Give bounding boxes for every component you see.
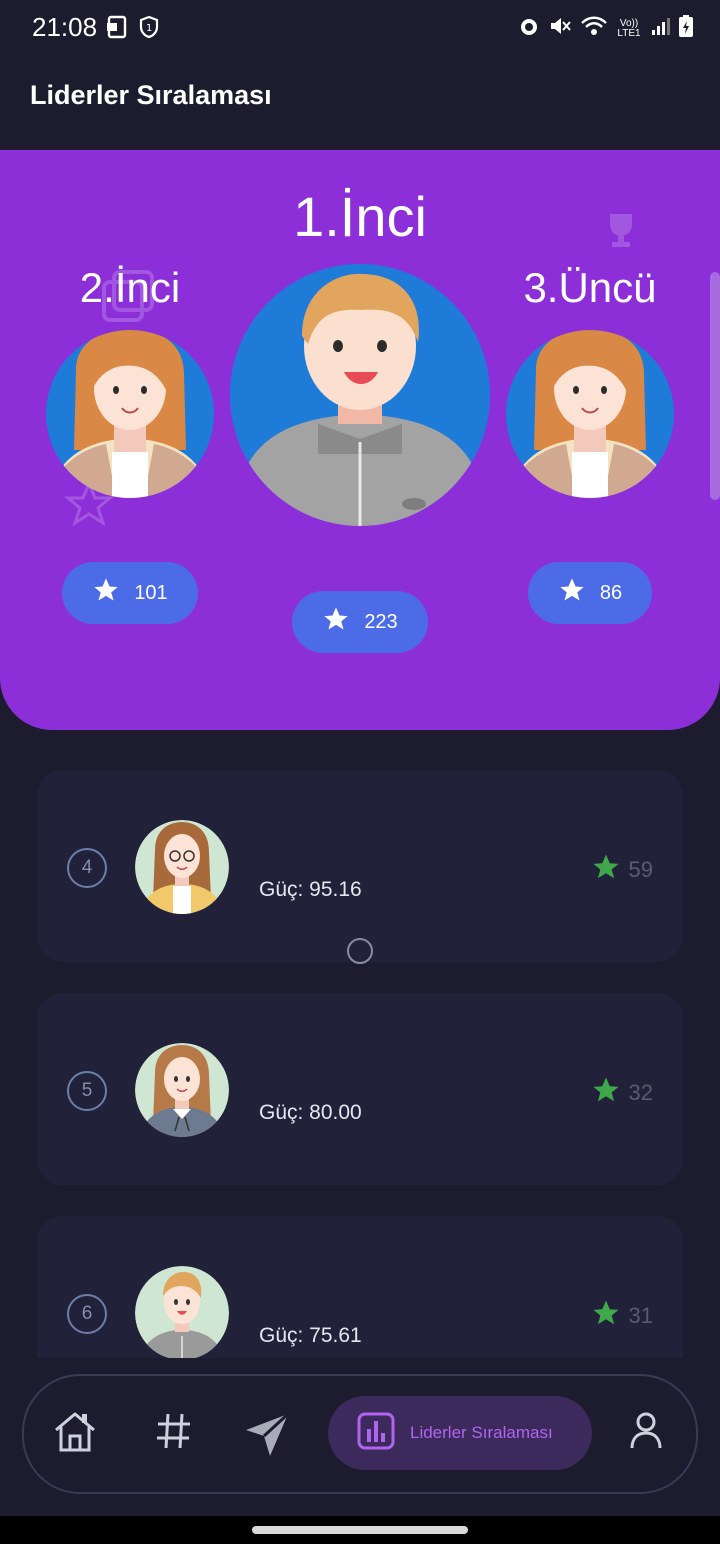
battery-icon bbox=[678, 14, 694, 43]
third-place-title: 3.Üncü bbox=[523, 264, 657, 311]
list-score: 32 bbox=[591, 1075, 653, 1111]
tab-leaderboard[interactable]: Liderler Sıralaması bbox=[328, 1396, 592, 1470]
wifi-icon bbox=[580, 15, 608, 42]
second-place-avatar[interactable] bbox=[46, 330, 214, 498]
score-value: 31 bbox=[628, 1303, 653, 1328]
rank-number: 5 bbox=[67, 1071, 107, 1111]
score-value: 59 bbox=[628, 857, 653, 882]
signal-icon bbox=[650, 16, 670, 41]
score-value: 32 bbox=[628, 1080, 653, 1105]
home-icon[interactable] bbox=[52, 1410, 98, 1454]
trophy-icon bbox=[600, 210, 642, 255]
profile-icon[interactable] bbox=[628, 1410, 664, 1450]
status-time: 21:08 bbox=[32, 12, 98, 42]
system-navigation-bar bbox=[0, 1516, 720, 1544]
second-place-score[interactable]: 101 bbox=[62, 562, 198, 624]
second-place-title: 2.İnci bbox=[79, 264, 181, 311]
page-title: Liderler Sıralaması bbox=[30, 80, 272, 110]
hashtag-icon[interactable] bbox=[154, 1410, 194, 1452]
shield-icon: 1 bbox=[138, 15, 160, 44]
svg-text:1: 1 bbox=[146, 23, 152, 34]
avatar bbox=[135, 1266, 229, 1360]
volte-icon: Vo)) LTE1 bbox=[617, 17, 641, 39]
status-bar: 21:08 1 Vo)) LTE1 bbox=[0, 0, 720, 56]
screen-mirror-icon bbox=[106, 15, 128, 44]
star-icon bbox=[591, 1075, 621, 1111]
power-text: Güç: 95.16 bbox=[259, 878, 362, 901]
score-value: 223 bbox=[364, 610, 398, 633]
tab-leaderboard-label: Liderler Sıralaması bbox=[410, 1423, 553, 1442]
list-item[interactable]: 4 Güç: 95.16 59 bbox=[37, 770, 683, 964]
star-icon bbox=[558, 576, 586, 610]
bottom-nav: Liderler Sıralaması bbox=[22, 1374, 698, 1494]
list-score: 59 bbox=[591, 852, 653, 888]
alarm-icon bbox=[518, 15, 540, 42]
rank-number: 4 bbox=[67, 848, 107, 888]
star-icon bbox=[92, 576, 120, 610]
home-indicator[interactable] bbox=[252, 1526, 468, 1534]
rank-number: 6 bbox=[67, 1294, 107, 1334]
scrollbar[interactable] bbox=[710, 272, 720, 500]
third-place-avatar[interactable] bbox=[506, 330, 674, 498]
mute-icon bbox=[548, 15, 572, 42]
power-text: Güç: 80.00 bbox=[259, 1101, 362, 1124]
power-text: Güç: 75.61 bbox=[259, 1324, 362, 1347]
score-value: 86 bbox=[599, 581, 623, 604]
send-icon[interactable] bbox=[242, 1410, 292, 1460]
star-icon bbox=[591, 1298, 621, 1334]
avatar bbox=[135, 820, 229, 914]
first-place-score[interactable]: 223 bbox=[292, 591, 428, 653]
first-place-title: 1.İnci bbox=[293, 185, 427, 248]
score-value: 101 bbox=[134, 581, 168, 604]
list-item[interactable]: 5 Güç: 80.00 32 bbox=[37, 993, 683, 1185]
leaderboard-icon bbox=[356, 1411, 396, 1456]
star-icon bbox=[322, 605, 350, 639]
star-icon bbox=[591, 852, 621, 888]
podium: 1.İnci 223 2.İnci 101 3.Üncü 86 bbox=[0, 150, 720, 730]
loading-indicator bbox=[347, 938, 373, 964]
list-score: 31 bbox=[591, 1298, 653, 1334]
avatar bbox=[135, 1043, 229, 1137]
first-place-avatar[interactable] bbox=[230, 264, 490, 526]
third-place-score[interactable]: 86 bbox=[528, 562, 652, 624]
